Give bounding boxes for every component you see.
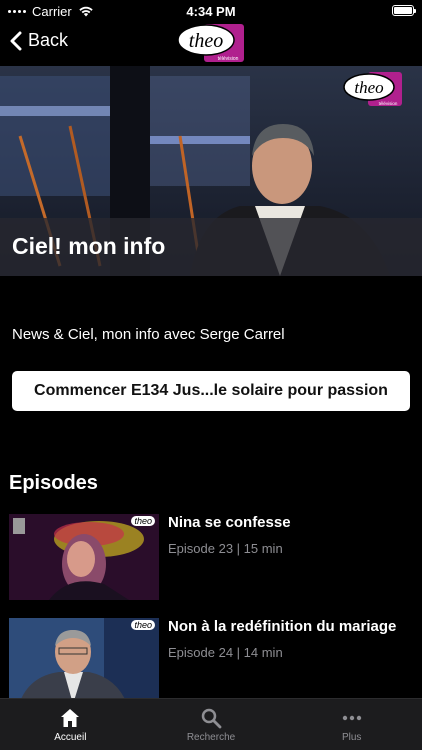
start-episode-button[interactable]: Commencer E134 Jus...le solaire pour pas… [12, 371, 410, 411]
tab-recherche[interactable]: Recherche [141, 699, 282, 750]
episode-thumbnail-image [9, 618, 159, 704]
back-label: Back [28, 30, 69, 50]
episode-thumbnail: theo [9, 618, 159, 704]
episode-meta: Episode 24 | 14 min [168, 645, 283, 660]
episode-info: Non à la redéfinition du mariage Episode… [168, 618, 396, 704]
status-bar: Carrier 4:34 PM [0, 0, 422, 22]
home-icon [61, 709, 80, 727]
logo-text: theo [189, 30, 223, 52]
navigation-bar: Back theo télévision [0, 22, 422, 66]
status-time: 4:34 PM [186, 3, 236, 19]
watermark-subtext: télévision [379, 101, 398, 106]
back-button[interactable]: Back [10, 30, 68, 51]
episode-title: Non à la redéfinition du mariage [168, 618, 397, 635]
tab-label: Plus [341, 732, 362, 743]
search-icon [201, 708, 222, 729]
episode-item[interactable]: theo Non à la redéfinition du mariage Ep… [9, 618, 409, 704]
tab-label: Accueil [54, 732, 87, 743]
more-icon [342, 715, 361, 721]
episode-badge: theo [131, 516, 155, 526]
episode-thumbnail-image [9, 514, 159, 600]
show-title: Ciel! mon info [12, 233, 166, 259]
show-subtitle: News & Ciel, mon info avec Serge Carrel [12, 326, 285, 343]
episode-thumbnail: theo [9, 514, 159, 600]
episode-info: Nina se confesse Episode 23 | 15 min [168, 514, 291, 600]
tab-plus[interactable]: Plus [281, 699, 422, 750]
tab-accueil[interactable]: Accueil [0, 699, 141, 750]
episode-badge: theo [131, 620, 155, 630]
hero-banner[interactable]: theo télévision Ciel! mon info [0, 66, 422, 276]
episodes-heading: Episodes [9, 472, 98, 494]
episode-item[interactable]: theo Nina se confesse Episode 23 | 15 mi… [9, 514, 409, 600]
chevron-left-icon [10, 31, 22, 50]
episode-meta: Episode 23 | 15 min [168, 541, 283, 556]
battery-icon [392, 5, 416, 16]
theo-logo: theo télévision [177, 24, 244, 62]
tab-bar: Accueil Recherche Plus [0, 698, 422, 750]
logo-subtext: télévision [218, 56, 239, 62]
watermark-text: theo [354, 78, 383, 97]
tab-label: Recherche [186, 732, 236, 743]
theo-watermark-logo: theo télévision [343, 72, 402, 106]
episode-title: Nina se confesse [168, 514, 291, 531]
